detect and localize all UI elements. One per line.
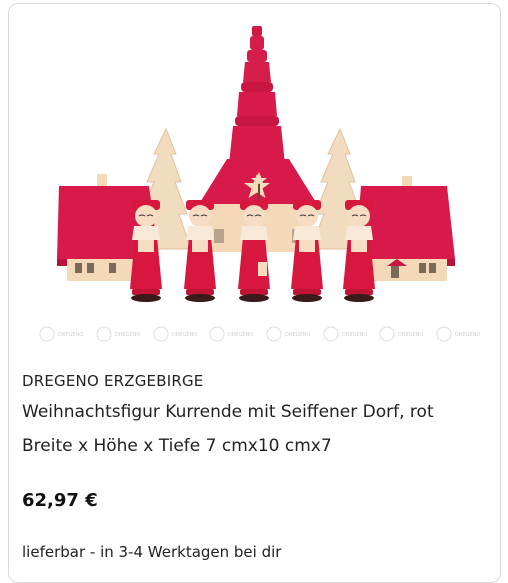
product-title[interactable]: Weihnachtsfigur Kurrende mit Seiffener D… — [22, 402, 434, 422]
product-brand[interactable]: DREGENO ERZGEBIRGE — [22, 372, 203, 390]
product-price: 62,97 € — [22, 490, 98, 511]
svg-text:DREGENO: DREGENO — [115, 332, 140, 338]
svg-text:DREGENO: DREGENO — [172, 332, 197, 338]
availability-status: lieferbar - in 3-4 Werktagen bei dir — [22, 543, 282, 561]
svg-text:DREGENO: DREGENO — [228, 332, 253, 338]
svg-text:DREGENO: DREGENO — [285, 332, 310, 338]
svg-text:DREGENO: DREGENO — [342, 332, 367, 338]
product-card[interactable]: DREGENO DREGENO DREGENO DREGENO DREGENO … — [8, 3, 501, 583]
product-image[interactable]: DREGENO DREGENO DREGENO DREGENO DREGENO … — [9, 4, 501, 354]
svg-text:DREGENO: DREGENO — [58, 332, 83, 338]
svg-text:DREGENO: DREGENO — [455, 332, 480, 338]
svg-text:DREGENO: DREGENO — [398, 332, 423, 338]
product-dimensions: Breite x Höhe x Tiefe 7 cmx10 cmx7 — [22, 436, 332, 456]
